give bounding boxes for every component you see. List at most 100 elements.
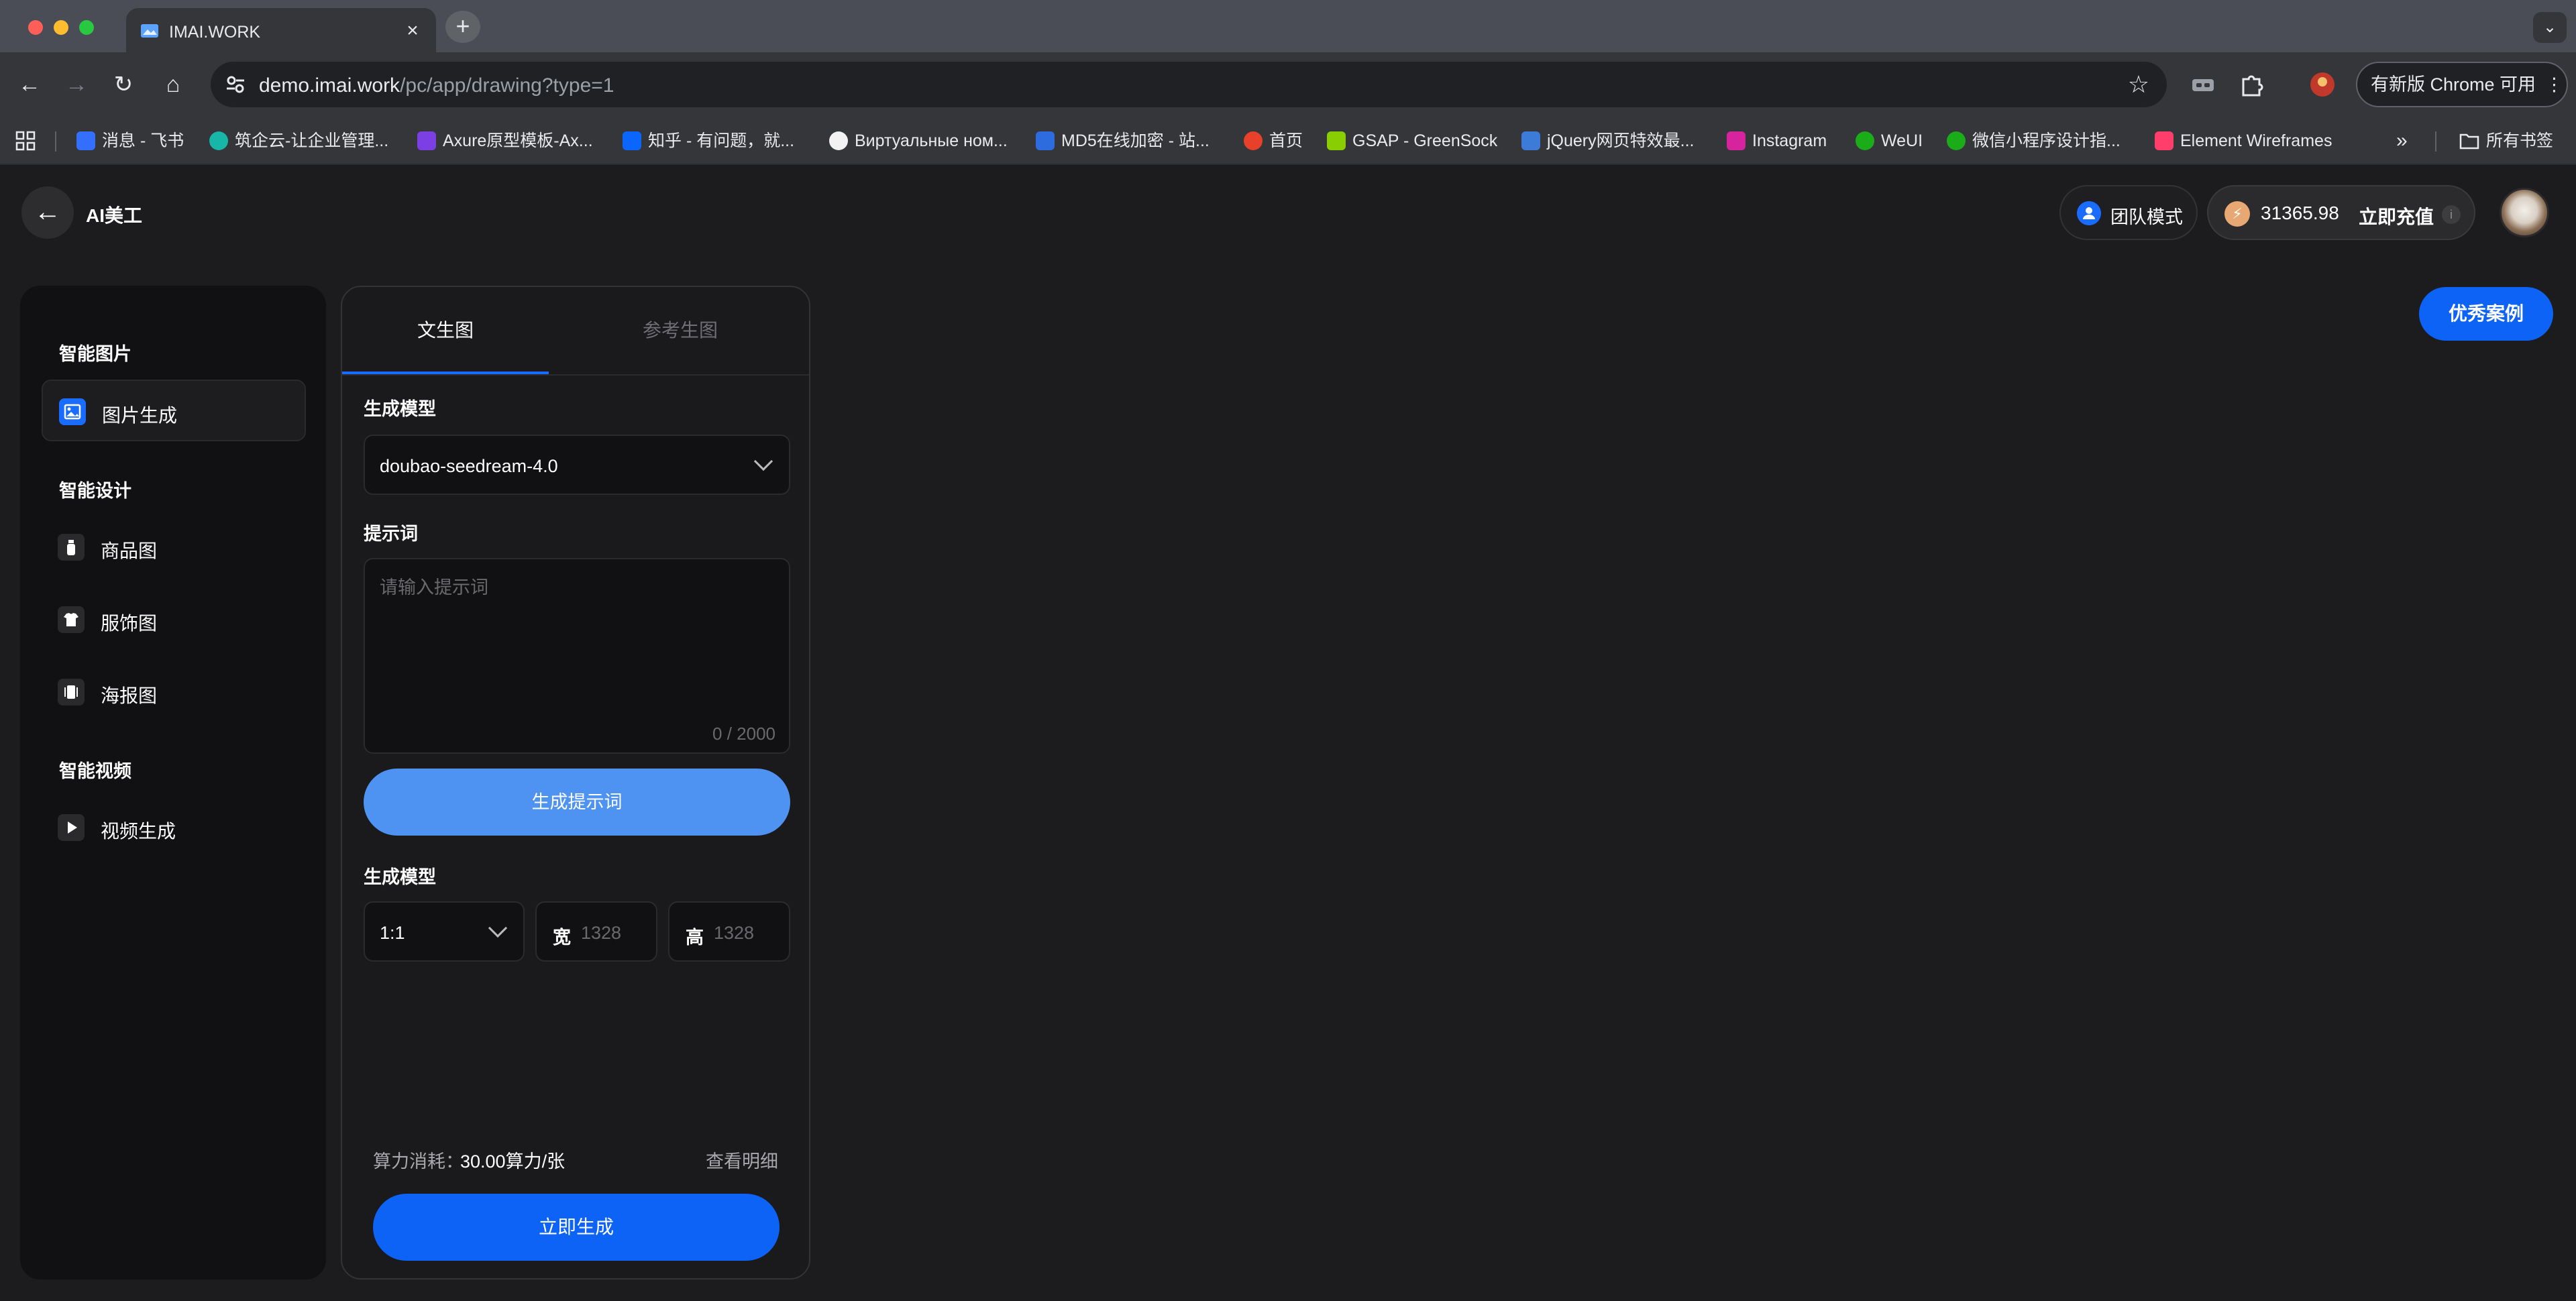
height-field[interactable]: 高 1328 [668,901,790,962]
model-label: 生成模型 [364,399,436,419]
minimize-window-button[interactable] [54,20,68,35]
aspect-ratio-select[interactable]: 1:1 [364,901,525,962]
size-label: 生成模型 [364,867,436,887]
prompt-placeholder: 请输入提示词 [380,577,488,598]
sidebar-item-label: 海报图 [101,685,158,706]
height-label: 高 [686,927,704,948]
close-window-button[interactable] [28,20,43,35]
maximize-window-button[interactable] [79,20,94,35]
user-icon [2077,201,2101,225]
arrow-left-icon: ← [34,197,61,227]
info-icon[interactable]: i [2442,205,2461,224]
axure-favicon-icon [417,131,436,150]
bookmark-divider [2435,131,2436,152]
sidebar-item-apparel[interactable]: 服饰图 [42,589,306,650]
credits-pill[interactable]: ⚡ 31365.98 立即充值 i [2207,185,2475,240]
width-field[interactable]: 宽 1328 [535,901,657,962]
back-button[interactable]: ← [21,186,74,239]
sidebar: 智能图片 图片生成 智能设计 商品图 服饰图 海报图 智能视频 视频生成 [20,286,326,1280]
team-mode-button[interactable]: 团队模式 [2059,185,2198,240]
bookmark-virtual-numbers[interactable]: Виртуальные ном... [829,129,1008,153]
sidebar-item-product[interactable]: 商品图 [42,516,306,578]
section-title-smart-image: 智能图片 [59,344,131,364]
sidebar-item-label: 商品图 [101,541,158,561]
back-arrow-icon[interactable]: ← [13,68,46,101]
bottle-icon [58,534,85,561]
showcase-button[interactable]: 优秀案例 [2419,287,2553,341]
bookmark-feishu[interactable]: 消息 - 飞书 [76,129,184,153]
site-favicon-icon [141,24,158,38]
tab-reference-image[interactable]: 参考生图 [549,287,809,374]
image-icon [59,398,86,425]
folder-icon [2459,133,2479,150]
incognito-icon[interactable] [2188,70,2218,99]
browser-toolbar: ← → ↻ ⌂ demo.imai.work/pc/app/drawing?ty… [0,52,2576,117]
sidebar-item-label: 服饰图 [101,613,158,634]
close-tab-icon[interactable]: × [401,19,424,42]
bookmark-zhuqiyun[interactable]: 筑企云-让企业管理... [209,129,388,153]
apps-grid-icon[interactable] [15,130,36,152]
new-tab-button[interactable]: + [445,11,480,43]
tab-title: IMAI.WORK [169,23,261,42]
lightning-icon: ⚡ [2224,201,2250,227]
zhuqiyun-favicon-icon [209,131,228,150]
bookmark-instagram[interactable]: Instagram [1727,129,1827,153]
app-root: ← AI美工 团队模式 ⚡ 31365.98 立即充值 i 优秀案例 智能图片 … [0,165,2576,1301]
gsap-favicon-icon [1327,131,1346,150]
bookmark-wechat-miniprogram[interactable]: 微信小程序设计指... [1947,129,2121,153]
forward-arrow-icon[interactable]: → [60,68,93,101]
model-select[interactable]: doubao-seedream-4.0 [364,435,790,495]
wechat-favicon-icon [1947,131,1966,150]
chrome-update-button[interactable]: 有新版 Chrome 可用 ⋮ [2356,62,2568,107]
address-bar[interactable]: demo.imai.work/pc/app/drawing?type=1 ☆ [211,62,2167,107]
section-title-smart-video: 智能视频 [59,761,131,781]
page-title: AI美工 [86,205,143,226]
more-bookmarks-chevron-icon[interactable]: » [2396,129,2408,153]
profile-avatar-icon[interactable] [2308,70,2337,99]
tab-search-chevron-icon[interactable]: ⌄ [2533,12,2567,43]
home-icon[interactable]: ⌂ [157,68,189,101]
avatar[interactable] [2500,188,2549,237]
sidebar-item-label: 图片生成 [102,405,178,426]
prompt-char-count: 0 / 2000 [712,724,775,744]
zhihu-favicon-icon [623,131,641,150]
recharge-button[interactable]: 立即充值 [2359,203,2434,229]
yin-yang-favicon-icon [829,131,848,150]
bookmark-weui[interactable]: WeUI [1856,129,1923,153]
reload-icon[interactable]: ↻ [107,68,140,101]
sidebar-item-video-generation[interactable]: 视频生成 [42,797,306,858]
feishu-favicon-icon [76,131,95,150]
view-details-link[interactable]: 查看明细 [706,1147,778,1173]
bookmark-star-icon[interactable]: ☆ [2128,71,2149,98]
weui-favicon-icon [1856,131,1874,150]
bookmark-element-wireframes[interactable]: Element Wireframes [2155,129,2332,153]
bookmark-zhihu[interactable]: 知乎 - 有问题，就... [623,129,794,153]
model-select-value: doubao-seedream-4.0 [380,456,558,476]
prompt-textarea[interactable]: 请输入提示词 0 / 2000 [364,558,790,754]
browser-tab[interactable]: IMAI.WORK × [126,8,436,52]
height-value: 1328 [714,923,755,943]
generate-now-button[interactable]: 立即生成 [373,1194,780,1261]
all-bookmarks-folder[interactable]: 所有书签 [2459,129,2553,153]
play-icon [58,814,85,841]
url-text: demo.imai.work/pc/app/drawing?type=1 [259,74,614,97]
extensions-puzzle-icon[interactable] [2237,70,2266,99]
sidebar-item-image-generation[interactable]: 图片生成 [42,380,306,441]
bookmark-axure[interactable]: Axure原型模板-Ax... [417,129,593,153]
width-label: 宽 [553,927,571,948]
tab-text-to-image[interactable]: 文生图 [342,287,549,374]
bookmark-gsap[interactable]: GSAP - GreenSock [1327,129,1497,153]
prompt-label: 提示词 [364,524,418,544]
generate-prompt-button[interactable]: 生成提示词 [364,769,790,836]
sidebar-item-poster[interactable]: 海报图 [42,661,306,723]
cost-value: 30.00算力/张 [460,1151,566,1172]
bookmark-home[interactable]: 首页 [1244,129,1303,153]
site-settings-icon[interactable] [224,73,247,96]
chevron-down-icon [753,451,773,471]
width-value: 1328 [581,923,622,943]
bookmark-jquery[interactable]: jQuery网页特效最... [1521,129,1694,153]
sidebar-item-label: 视频生成 [101,821,176,842]
aspect-ratio-value: 1:1 [380,923,405,943]
credit-balance: 31365.98 [2261,203,2339,223]
bookmark-md5[interactable]: MD5在线加密 - 站... [1036,129,1210,153]
